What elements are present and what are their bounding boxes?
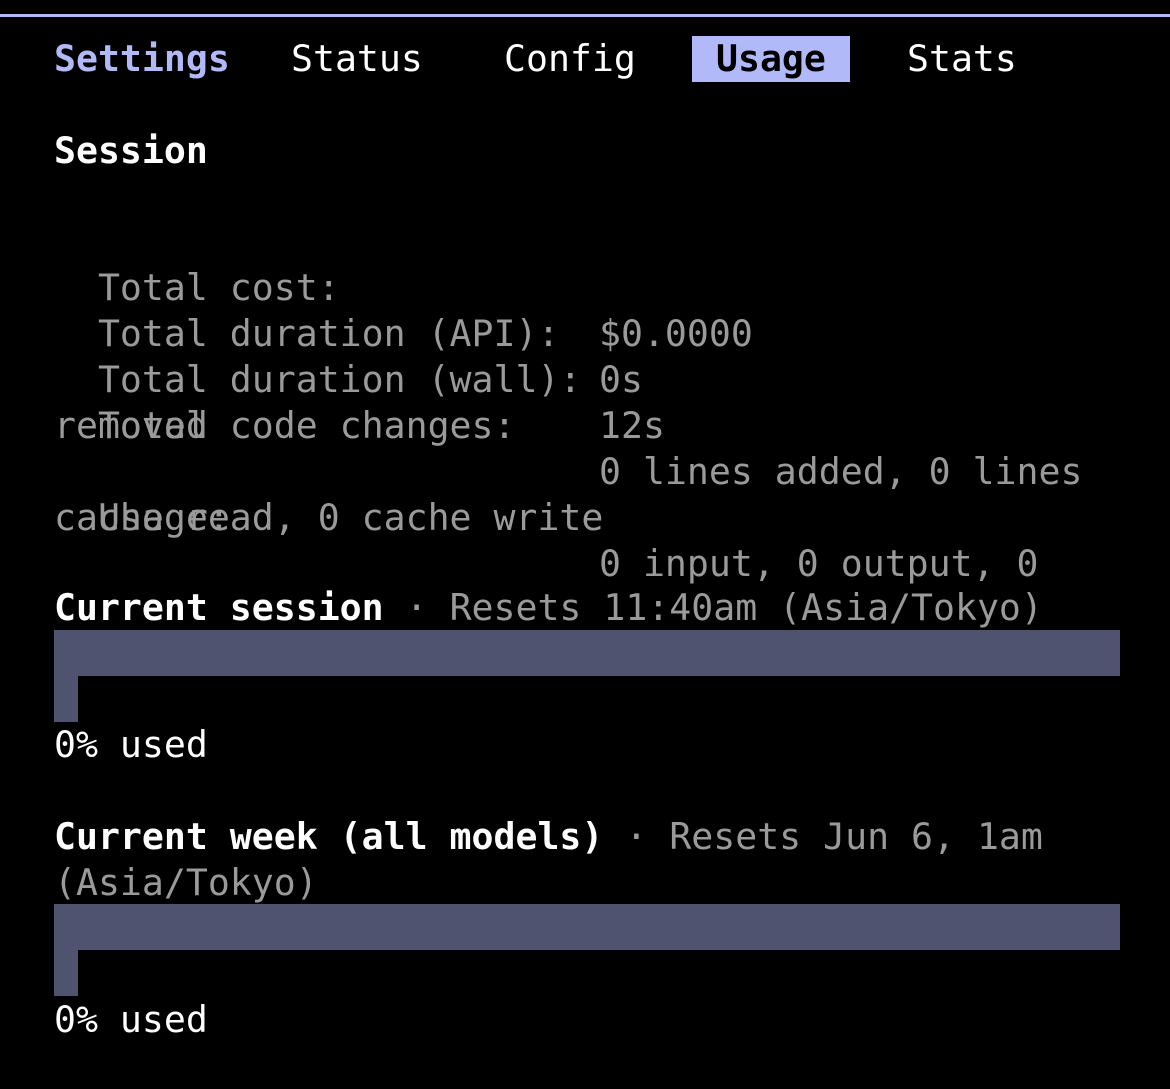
usage-bar-track-week — [54, 904, 1120, 950]
tab-status[interactable]: Status — [291, 36, 423, 82]
limit-header-session: Current session · Resets 11:40am (Asia/T… — [54, 585, 1043, 631]
tab-stats[interactable]: Stats — [907, 36, 1017, 82]
stat-row-usage: Usage: 0 input, 0 output, 0 — [54, 449, 1039, 585]
stat-value: 0 lines added, 0 lines — [599, 450, 1083, 493]
session-heading: Session — [54, 129, 208, 172]
limit-title: Current week (all models) — [54, 815, 604, 858]
limit-resets: Resets Jun 6, 1am — [669, 815, 1043, 858]
limit-resets: Resets 11:40am (Asia/Tokyo) — [449, 586, 1043, 629]
usage-bar-fill-session — [54, 676, 78, 722]
stat-row-duration-wall: Total duration (wall): 12s — [54, 311, 665, 447]
usage-bar-track-session — [54, 630, 1120, 676]
usage-percent-session: 0% used — [54, 723, 208, 766]
tab-config[interactable]: Config — [504, 36, 636, 82]
settings-title: Settings — [54, 37, 230, 80]
limit-separator: · — [603, 815, 670, 858]
stat-value-wrap: cache read, 0 cache write — [54, 496, 604, 539]
limit-title: Current session — [54, 586, 384, 629]
limit-separator: · — [383, 586, 450, 629]
limit-header-week: Current week (all models) · Resets Jun 6… — [54, 814, 1043, 860]
tab-bar: Settings Status Config Usage Stats — [54, 36, 1017, 82]
stat-value-wrap: removed — [54, 404, 208, 447]
stat-row-total-cost: Total cost: $0.0000 — [54, 219, 753, 355]
stat-row-duration-api: Total duration (API): 0s — [54, 265, 643, 401]
stat-value: 12s — [599, 404, 665, 447]
stat-value: 0s — [599, 358, 643, 401]
limit-resets-wrap: (Asia/Tokyo) — [54, 861, 318, 904]
stat-value: $0.0000 — [599, 312, 753, 355]
usage-bar-fill-week — [54, 950, 78, 996]
stat-row-code-changes: Total code changes: 0 lines added, 0 lin… — [54, 357, 1083, 493]
top-border — [0, 14, 1170, 17]
usage-percent-week: 0% used — [54, 998, 208, 1041]
tab-usage[interactable]: Usage — [692, 36, 850, 82]
stat-value: 0 input, 0 output, 0 — [599, 542, 1039, 585]
